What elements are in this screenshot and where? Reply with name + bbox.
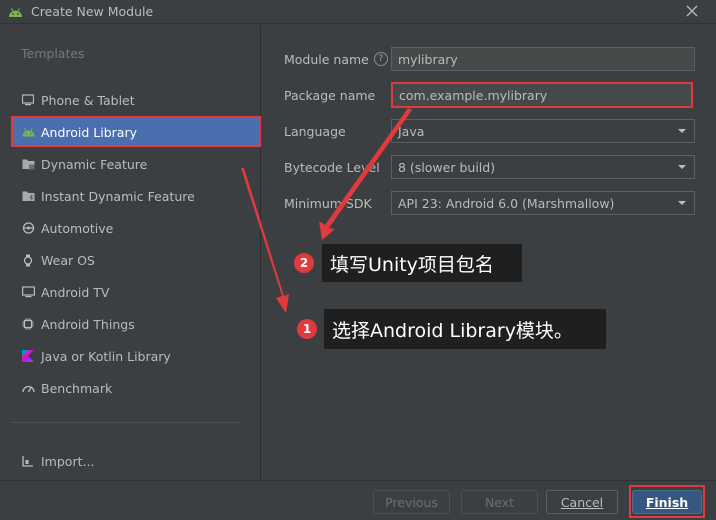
template-label: Phone & Tablet	[41, 92, 135, 108]
bytecode-level-label: Bytecode Level	[284, 159, 380, 175]
car-icon	[21, 221, 35, 235]
template-label: Android Library	[41, 124, 138, 140]
template-android-tv[interactable]: Android TV	[12, 277, 260, 307]
template-android-library[interactable]: Android Library	[12, 117, 260, 147]
minimum-sdk-label: Minimum SDK	[284, 195, 372, 211]
bytecode-level-row: Bytecode Level 8 (slower build)	[284, 155, 696, 179]
template-label: Automotive	[41, 220, 114, 236]
module-name-row: Module name? mylibrary	[284, 47, 696, 71]
tv-icon	[21, 285, 35, 299]
template-phone-tablet[interactable]: Phone & Tablet	[12, 85, 260, 115]
android-studio-icon	[8, 4, 24, 20]
module-name-input[interactable]: mylibrary	[391, 47, 695, 71]
template-dynamic-feature[interactable]: Dynamic Feature	[12, 149, 260, 179]
title-bar: Create New Module	[0, 0, 716, 24]
chip-icon	[21, 317, 35, 331]
folder-icon	[21, 189, 35, 203]
template-label: Benchmark	[41, 380, 113, 396]
package-name-row: Package name com.example.mylibrary	[284, 82, 696, 108]
module-name-label-text: Module name	[284, 51, 369, 67]
next-button[interactable]: Next	[461, 490, 538, 514]
language-value: Java	[398, 123, 425, 139]
finish-button-label: Finish	[645, 494, 689, 510]
package-name-label: Package name	[284, 87, 376, 103]
gauge-icon	[21, 381, 35, 395]
template-android-things[interactable]: Android Things	[12, 309, 260, 339]
template-label: Android Things	[41, 316, 135, 332]
finish-button[interactable]: Finish	[632, 490, 702, 514]
module-name-label: Module name?	[284, 52, 391, 67]
close-icon[interactable]	[684, 3, 700, 19]
templates-divider	[12, 422, 241, 423]
template-label: Wear OS	[41, 252, 95, 268]
template-benchmark[interactable]: Benchmark	[12, 373, 260, 403]
annotation-callout-2: 填写Unity项目包名	[322, 244, 522, 282]
bytecode-level-select[interactable]: 8 (slower build)	[391, 155, 695, 179]
minimum-sdk-value: API 23: Android 6.0 (Marshmallow)	[398, 195, 615, 211]
import-item[interactable]: Import...	[12, 446, 260, 476]
minimum-sdk-row: Minimum SDK API 23: Android 6.0 (Marshma…	[284, 191, 696, 215]
template-label: Instant Dynamic Feature	[41, 188, 195, 204]
templates-panel: Templates Phone & Tablet Android Library…	[0, 25, 261, 480]
package-name-input[interactable]: com.example.mylibrary	[391, 82, 693, 108]
import-label: Import...	[41, 453, 95, 469]
kotlin-icon	[21, 349, 35, 363]
cancel-button-label: Cancel	[560, 494, 604, 510]
template-label: Dynamic Feature	[41, 156, 148, 172]
minimum-sdk-select[interactable]: API 23: Android 6.0 (Marshmallow)	[391, 191, 695, 215]
chevron-down-icon	[676, 161, 688, 176]
cancel-button[interactable]: Cancel	[546, 490, 618, 514]
window-title: Create New Module	[31, 4, 154, 19]
previous-button[interactable]: Previous	[373, 490, 450, 514]
android-icon	[21, 125, 35, 139]
import-icon	[21, 454, 35, 468]
chevron-down-icon	[676, 125, 688, 140]
template-java-kotlin-library[interactable]: Java or Kotlin Library	[12, 341, 260, 371]
language-row: Language Java	[284, 119, 696, 143]
annotation-callout-1: 选择Android Library模块。	[324, 309, 606, 349]
template-instant-dynamic-feature[interactable]: Instant Dynamic Feature	[12, 181, 260, 211]
folder-icon	[21, 157, 35, 171]
language-select[interactable]: Java	[391, 119, 695, 143]
watch-icon	[21, 253, 35, 267]
button-bar: Previous Next Cancel Finish	[0, 480, 716, 520]
template-label: Java or Kotlin Library	[41, 348, 171, 364]
template-automotive[interactable]: Automotive	[12, 213, 260, 243]
bytecode-level-value: 8 (slower build)	[398, 159, 496, 175]
language-label: Language	[284, 123, 346, 139]
annotation-badge-1: 1	[297, 319, 317, 339]
templates-section-label: Templates	[21, 46, 85, 61]
annotation-badge-2: 2	[294, 253, 314, 273]
template-label: Android TV	[41, 284, 110, 300]
chevron-down-icon	[676, 197, 688, 212]
phone-icon	[21, 93, 35, 107]
template-wear-os[interactable]: Wear OS	[12, 245, 260, 275]
help-icon[interactable]: ?	[373, 52, 388, 66]
